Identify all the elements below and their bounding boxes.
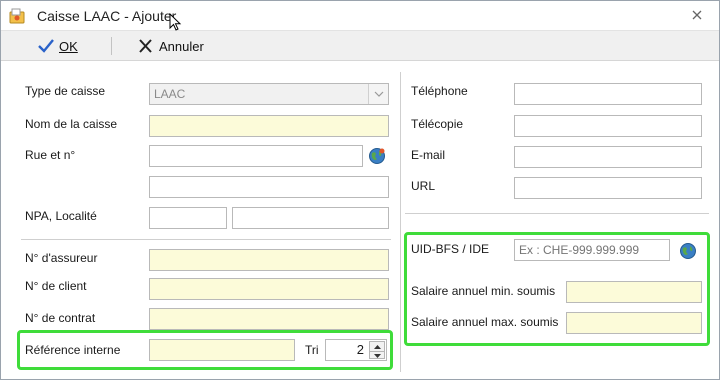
window-title: Caisse LAAC - Ajouter: [37, 8, 177, 24]
cancel-label: Annuler: [159, 38, 204, 54]
toolbar: OK Annuler: [1, 31, 719, 61]
reference-label: Référence interne: [25, 343, 121, 357]
salaire-max-label: Salaire annuel max. soumis: [411, 315, 559, 329]
localite-input[interactable]: [232, 207, 389, 229]
type-caisse-select[interactable]: LAAC: [149, 83, 389, 105]
npa-localite-label: NPA, Localité: [25, 209, 97, 223]
telecopie-input[interactable]: [514, 115, 702, 137]
uid-label: UID-BFS / IDE: [411, 242, 490, 256]
column-divider: [400, 72, 401, 372]
telephone-input[interactable]: [514, 83, 702, 105]
client-input[interactable]: [149, 278, 389, 300]
contrat-label: N° de contrat: [25, 311, 96, 325]
npa-input[interactable]: [149, 207, 227, 229]
spinner-arrows-icon[interactable]: [369, 341, 385, 359]
chevron-down-icon[interactable]: [368, 84, 388, 104]
salaire-min-label: Salaire annuel min. soumis: [411, 284, 556, 298]
assureur-input[interactable]: [149, 249, 389, 271]
uid-input[interactable]: [514, 239, 670, 261]
right-section-divider: [405, 213, 709, 214]
email-label: E-mail: [411, 148, 446, 162]
mouse-cursor-icon: [169, 13, 182, 31]
type-caisse-value: LAAC: [154, 87, 186, 101]
assureur-label: N° d'assureur: [25, 251, 98, 265]
telecopie-label: Télécopie: [411, 117, 464, 131]
url-input[interactable]: [514, 177, 702, 199]
client-label: N° de client: [25, 279, 87, 293]
section-divider: [21, 239, 391, 240]
reference-input[interactable]: [149, 339, 295, 361]
app-icon: [9, 8, 25, 24]
cancel-button[interactable]: Annuler: [137, 35, 204, 57]
globe-icon[interactable]: [679, 242, 697, 260]
url-label: URL: [411, 179, 436, 193]
tri-label: Tri: [305, 343, 319, 357]
x-icon: [139, 39, 152, 53]
tri-value: 2: [356, 342, 364, 357]
rue-input[interactable]: [149, 145, 363, 167]
ok-label: OK: [59, 38, 78, 54]
type-caisse-label: Type de caisse: [25, 84, 106, 98]
rue-label: Rue et n°: [25, 148, 76, 162]
ok-button[interactable]: OK: [37, 35, 78, 57]
rue-second-line-input[interactable]: [149, 176, 389, 198]
tri-stepper[interactable]: 2: [325, 339, 387, 361]
salaire-max-input[interactable]: [566, 312, 702, 334]
email-input[interactable]: [514, 146, 702, 168]
title-bar: Caisse LAAC - Ajouter: [1, 1, 719, 31]
salaire-min-input[interactable]: [566, 281, 702, 303]
checkmark-icon: [38, 39, 54, 53]
globe-icon[interactable]: [368, 147, 386, 165]
nom-caisse-input[interactable]: [149, 115, 389, 137]
nom-caisse-label: Nom de la caisse: [25, 117, 118, 131]
close-icon[interactable]: [689, 8, 705, 24]
telephone-label: Téléphone: [411, 84, 468, 98]
contrat-input[interactable]: [149, 308, 389, 330]
form-area: Type de caisse LAAC Nom de la caisse Rue…: [1, 62, 719, 379]
dialog-window: Caisse LAAC - Ajouter OK Annuler Type de…: [0, 0, 720, 380]
toolbar-separator: [111, 37, 112, 55]
